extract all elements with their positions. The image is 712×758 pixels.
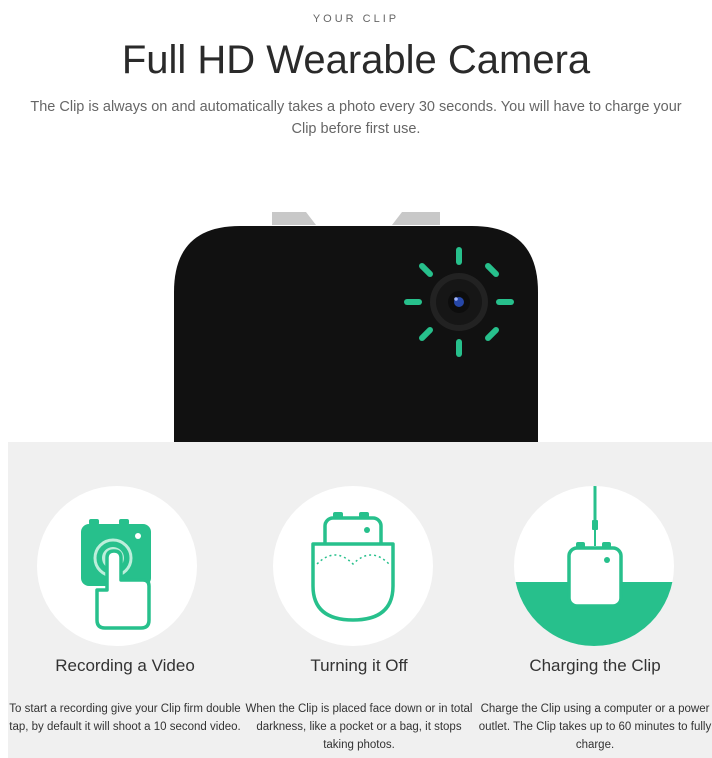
feature-circle xyxy=(514,486,674,646)
feature-description: To start a recording give your Clip firm… xyxy=(9,703,241,733)
clip-tab-left xyxy=(272,212,316,225)
feature-description: Charge the Clip using a computer or a po… xyxy=(478,703,712,751)
charging-icon xyxy=(514,486,674,646)
feature-recording: Recording a Video To start a recording g… xyxy=(8,442,242,758)
feature-title: Recording a Video xyxy=(55,656,195,675)
feature-title: Charging the Clip xyxy=(529,656,661,675)
camera-hero-illustration xyxy=(174,212,538,445)
feature-circle xyxy=(273,486,433,646)
feature-turning-off: Turning it Off When the Clip is placed f… xyxy=(242,442,476,758)
camera-body xyxy=(174,226,538,445)
how-to-panel: Recording a Video To start a recording g… xyxy=(8,442,712,758)
feature-title: Turning it Off xyxy=(310,656,408,675)
recording-icon xyxy=(81,519,151,630)
feature-charging: Charging the Clip Charge the Clip using … xyxy=(478,442,712,758)
turn-off-icon xyxy=(311,512,395,622)
clip-tab-right xyxy=(392,212,440,225)
feature-circle xyxy=(37,486,197,646)
feature-description: When the Clip is placed face down or in … xyxy=(245,703,473,751)
